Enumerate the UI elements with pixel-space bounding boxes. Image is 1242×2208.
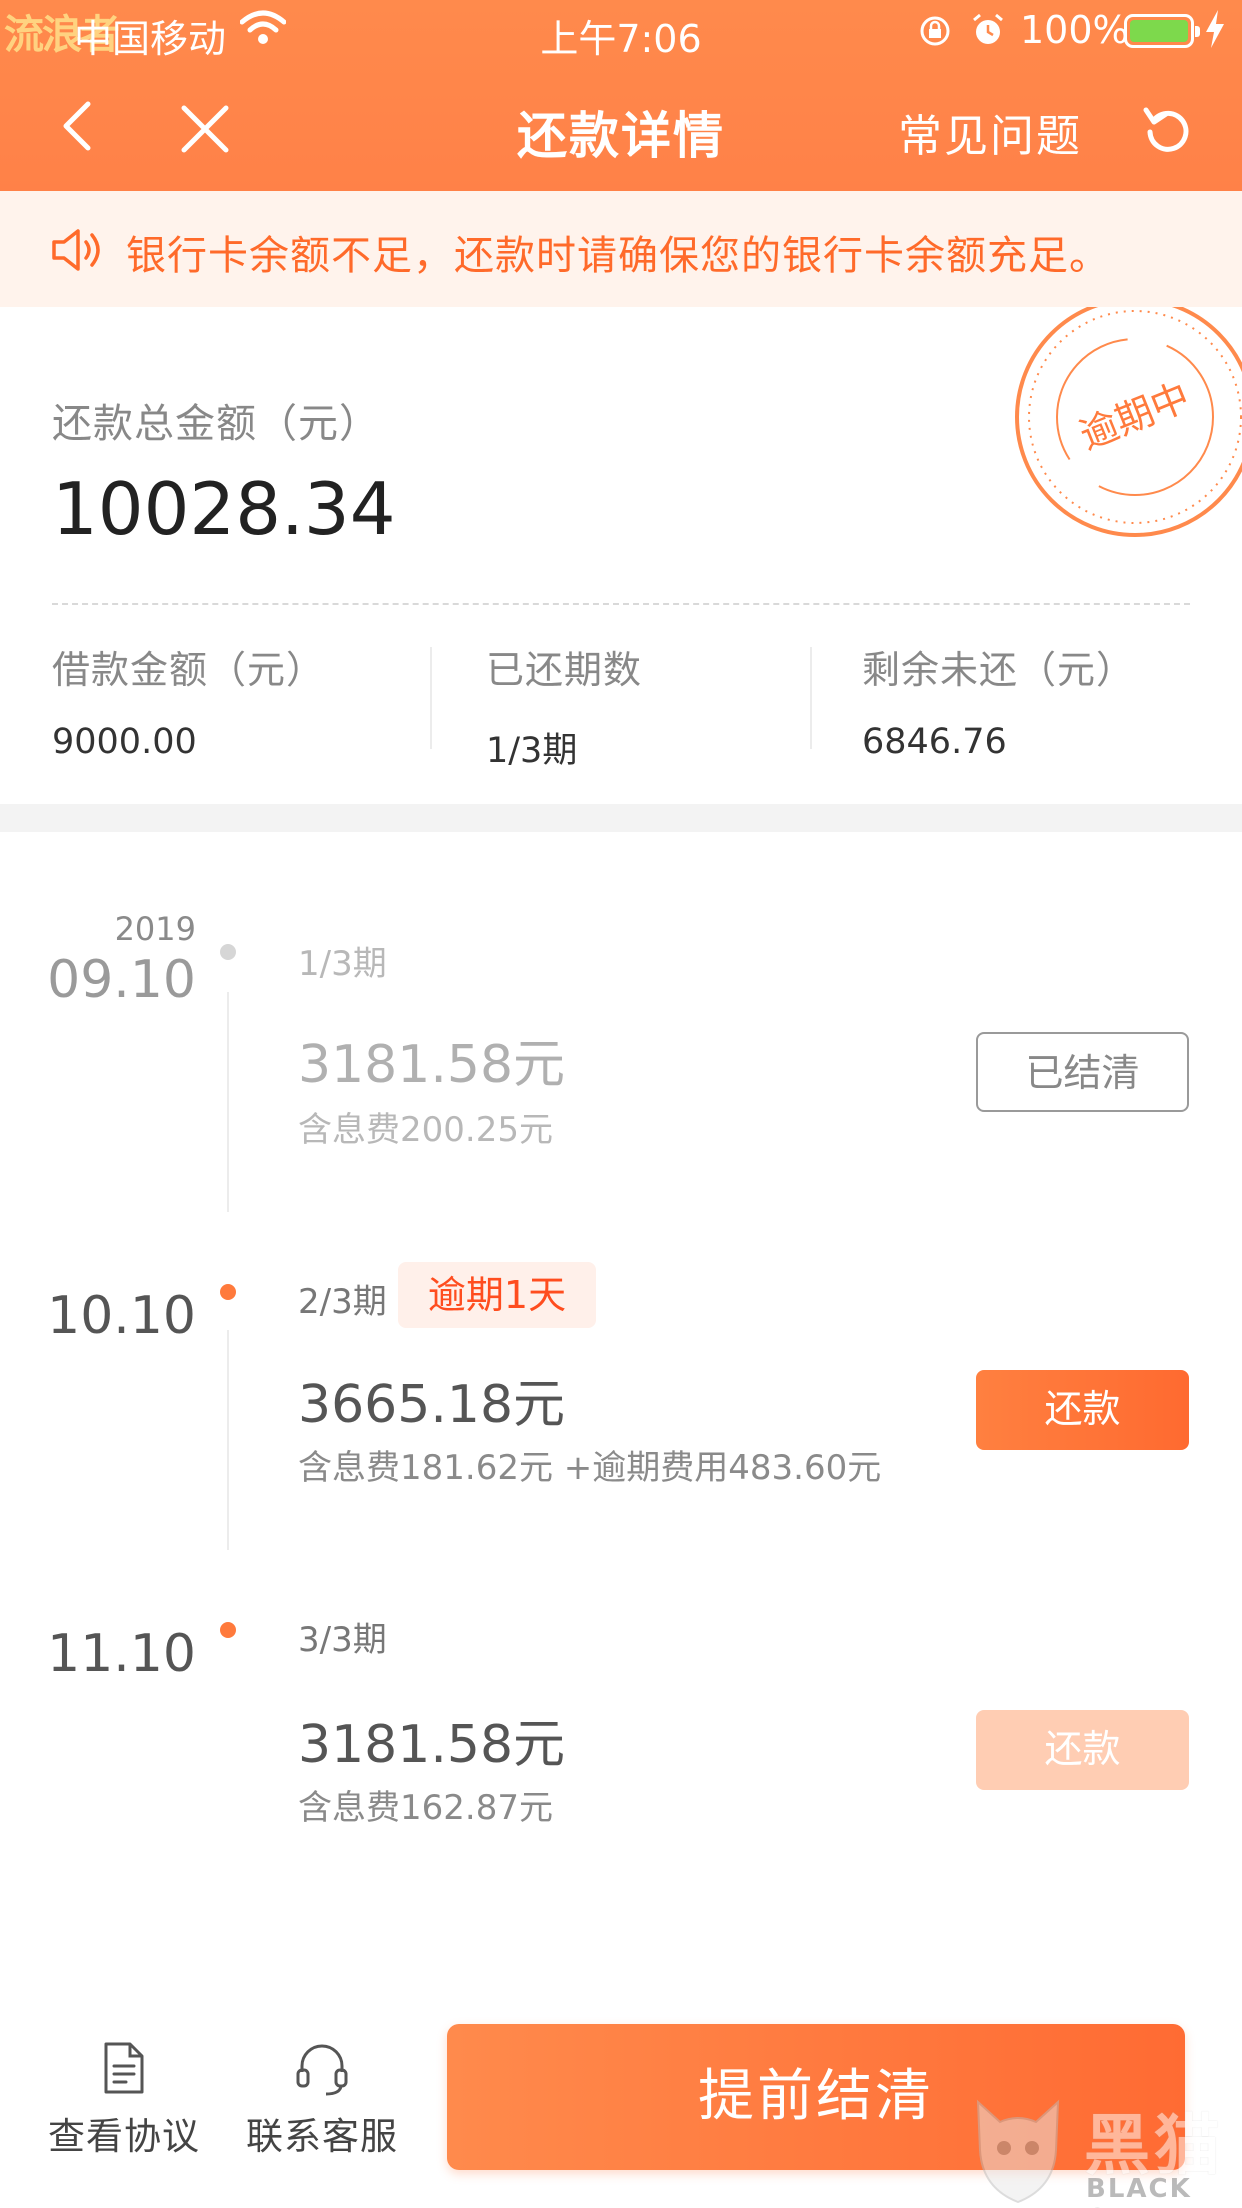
battery-icon [1124,14,1200,48]
installment-row: 10.10 2/3期 逾期1天 3665.18元 含息费181.62元 +逾期费… [0,1170,1242,1550]
timeline-dot [220,1284,236,1300]
installment-period: 3/3期 [298,1620,387,1660]
stamp-text: 逾期中 [1074,374,1196,458]
installment-year: 2019 [114,910,196,948]
overdue-stamp: 逾期中 [1015,307,1242,537]
paid-label: 已还期数 [486,648,643,692]
remaining-value: 6846.76 [862,722,1007,762]
remaining-block: 剩余未还（元） 6846.76 [862,639,1135,762]
total-label: 还款总金额（元） [52,401,380,447]
installment-period: 1/3期 [298,944,387,984]
balance-notice: 银行卡余额不足，还款时请确保您的银行卡余额充足。 [0,191,1242,307]
installment-amount: 3665.18元 [298,1375,566,1435]
notice-text: 银行卡余额不足，还款时请确保您的银行卡余额充足。 [126,233,1110,279]
app-header: 流浪者 中国移动 上午7:06 100% 还款详情 常见问题 [0,0,1242,191]
loan-value: 9000.00 [52,722,197,762]
service-label: 联系客服 [246,2115,398,2158]
installment-period: 2/3期 [298,1282,387,1322]
contact-service-button[interactable]: 联系客服 [242,2040,402,2160]
overdue-badge: 逾期1天 [398,1262,596,1328]
installment-list: 2019 09.10 1/3期 3181.58元 含息费200.25元 已结清 … [0,832,1242,2012]
agreement-label: 查看协议 [48,2115,200,2158]
loan-amount-block: 借款金额（元） 9000.00 [52,639,325,762]
faq-link[interactable]: 常见问题 [898,100,1082,164]
view-agreement-button[interactable]: 查看协议 [44,2040,204,2160]
battery-percent: 100% [1020,8,1129,52]
cat-icon [976,2099,1060,2204]
total-amount: 10028.34 [52,467,396,551]
alarm-icon [973,13,1003,44]
installment-row: 11.10 3/3期 3181.58元 含息费162.87元 还款 [0,1508,1242,1846]
refresh-icon[interactable] [1140,100,1196,156]
installment-row: 2019 09.10 1/3期 3181.58元 含息费200.25元 已结清 [0,832,1242,1212]
installment-date: 11.10 [47,1624,196,1684]
status-bar: 流浪者 中国移动 上午7:06 100% [0,0,1242,62]
remaining-label: 剩余未还（元） [862,648,1136,692]
column-divider [810,647,812,749]
installment-fee: 含息费162.87元 [298,1788,553,1828]
repay-button[interactable]: 还款 [976,1370,1189,1450]
rotation-lock-icon [920,16,950,46]
speaker-icon [52,229,100,271]
document-icon [104,2042,144,2094]
charging-icon [1206,10,1224,48]
installment-date: 09.10 [47,950,196,1010]
timeline-dot [220,1622,236,1638]
paid-periods-block: 已还期数 1/3期 [486,639,642,773]
installment-amount: 3181.58元 [298,1035,566,1095]
repay-button-disabled[interactable]: 还款 [976,1710,1189,1790]
logo-text-en: BLACK CAT [1086,2174,1192,2208]
summary-divider [52,603,1190,605]
installment-date: 10.10 [47,1286,196,1346]
installment-fee: 含息费181.62元 +逾期费用483.60元 [298,1448,882,1488]
installment-amount: 3181.58元 [298,1715,566,1775]
nav-bar: 还款详情 常见问题 [0,62,1242,191]
installment-fee: 含息费200.25元 [298,1110,553,1150]
settled-button[interactable]: 已结清 [976,1032,1189,1112]
paid-value: 1/3期 [486,731,578,771]
column-divider [430,647,432,749]
timeline-dot [220,944,236,960]
section-gap [0,804,1242,832]
loan-label: 借款金额（元） [52,648,326,692]
headset-icon [296,2044,348,2096]
black-cat-logo: 黑猫 BLACK CAT [964,2092,1242,2208]
repayment-summary: 还款总金额（元） 10028.34 逾期中 借款金额（元） 9000.00 已还… [0,307,1242,804]
